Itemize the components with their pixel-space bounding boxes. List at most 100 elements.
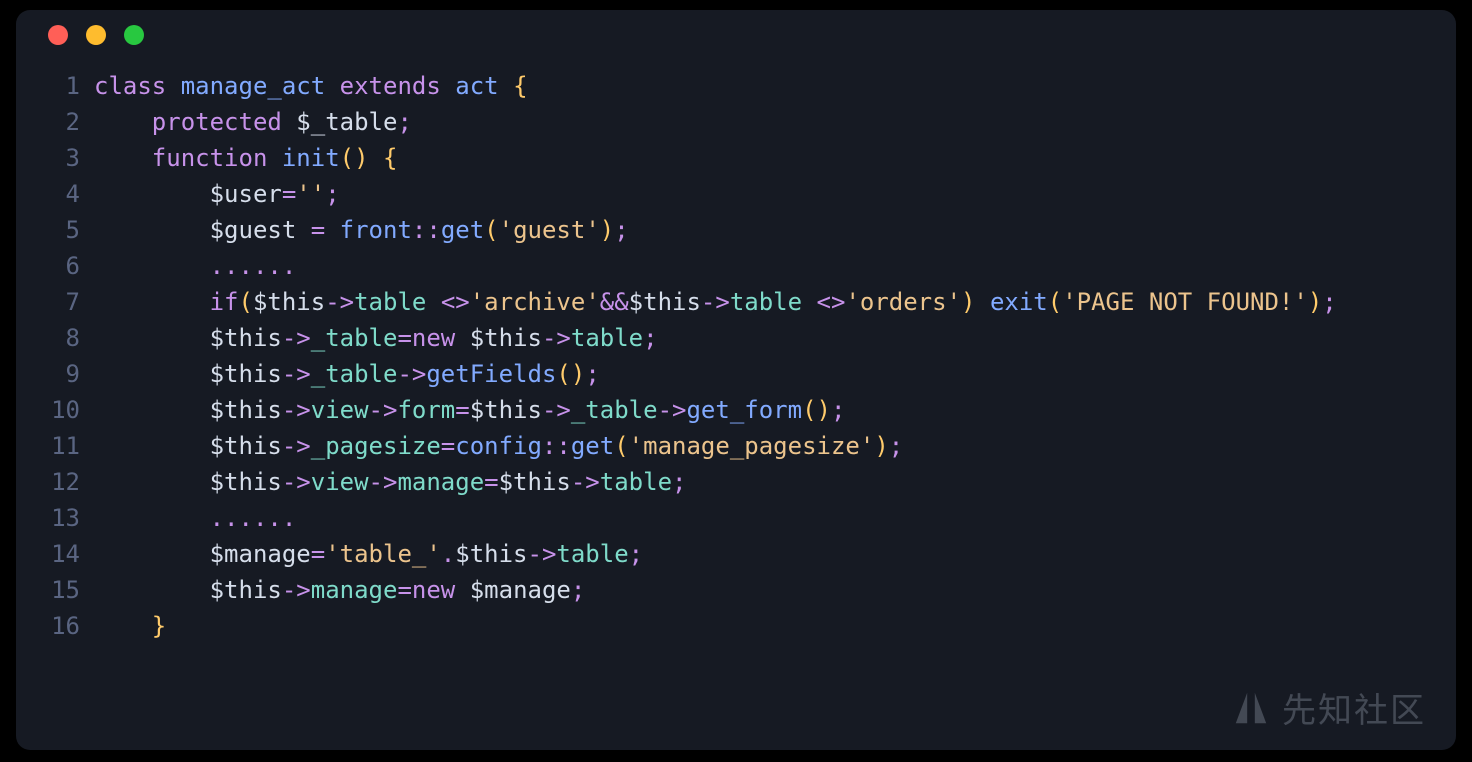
code-content[interactable]: } (94, 608, 1456, 644)
token-var: $this (210, 432, 282, 460)
token-prop: _pagesize (311, 432, 441, 460)
minimize-icon[interactable] (86, 25, 106, 45)
code-line[interactable]: 1class manage_act extends act { (16, 68, 1456, 104)
code-content[interactable]: class manage_act extends act { (94, 68, 1456, 104)
token-var: $this (499, 468, 571, 496)
code-content[interactable]: $guest = front::get('guest'); (94, 212, 1456, 248)
token-op: <> (817, 288, 846, 316)
token-op: = (441, 432, 455, 460)
token-op: = (311, 540, 325, 568)
token-var: $this (210, 576, 282, 604)
token-punct: () (556, 360, 585, 388)
code-line[interactable]: 16 } (16, 608, 1456, 644)
token-prop: _table (311, 324, 398, 352)
close-icon[interactable] (48, 25, 68, 45)
token-str: '' (296, 180, 325, 208)
token-name: act (455, 72, 498, 100)
token-var: $this (210, 360, 282, 388)
line-number: 11 (16, 428, 94, 464)
code-line[interactable]: 15 $this->manage=new $manage; (16, 572, 1456, 608)
token-var: $_table (296, 108, 397, 136)
code-content[interactable]: $manage='table_'.$this->table; (94, 536, 1456, 572)
token-punct: ( (614, 432, 628, 460)
code-line[interactable]: 10 $this->view->form=$this->_table->get_… (16, 392, 1456, 428)
code-line[interactable]: 5 $guest = front::get('guest'); (16, 212, 1456, 248)
code-content[interactable]: $this->_table=new $this->table; (94, 320, 1456, 356)
watermark-text: 先知社区 (1282, 683, 1426, 732)
code-content[interactable]: $this->manage=new $manage; (94, 572, 1456, 608)
code-line[interactable]: 12 $this->view->manage=$this->table; (16, 464, 1456, 500)
token-op: -> (658, 396, 687, 424)
code-content[interactable]: if($this->table <>'archive'&&$this->tabl… (94, 284, 1456, 320)
line-number: 5 (16, 212, 94, 248)
zoom-icon[interactable] (124, 25, 144, 45)
token-punct: ( (484, 216, 498, 244)
token-kw: function (152, 144, 268, 172)
token-prop: table (730, 288, 802, 316)
token-op: :: (542, 432, 571, 460)
token-op: -> (282, 396, 311, 424)
watermark-logo-icon (1232, 689, 1270, 727)
code-line[interactable]: 8 $this->_table=new $this->table; (16, 320, 1456, 356)
token-op: = (282, 180, 296, 208)
token-str: 'table_' (325, 540, 441, 568)
code-line[interactable]: 2 protected $_table; (16, 104, 1456, 140)
token-plain (802, 288, 816, 316)
line-number: 15 (16, 572, 94, 608)
code-line[interactable]: 3 function init() { (16, 140, 1456, 176)
code-content[interactable]: $this->_table->getFields(); (94, 356, 1456, 392)
line-number: 13 (16, 500, 94, 536)
token-plain (267, 144, 281, 172)
token-plain (455, 324, 469, 352)
token-op: . (441, 540, 455, 568)
token-plain (369, 144, 383, 172)
code-content[interactable]: ...... (94, 500, 1456, 536)
token-var: $this (470, 324, 542, 352)
token-name: front (340, 216, 412, 244)
token-punct: ) (961, 288, 975, 316)
token-op: ; (889, 432, 903, 460)
code-line[interactable]: 9 $this->_table->getFields(); (16, 356, 1456, 392)
code-line[interactable]: 6 ...... (16, 248, 1456, 284)
token-op: <> (441, 288, 470, 316)
token-var: $user (210, 180, 282, 208)
token-mname: get (441, 216, 484, 244)
token-op: :: (412, 216, 441, 244)
token-op: -> (542, 396, 571, 424)
token-dots: ...... (210, 252, 297, 280)
code-line[interactable]: 4 $user=''; (16, 176, 1456, 212)
code-line[interactable]: 7 if($this->table <>'archive'&&$this->ta… (16, 284, 1456, 320)
code-area[interactable]: 1class manage_act extends act {2 protect… (16, 60, 1456, 644)
token-plain (441, 72, 455, 100)
code-content[interactable]: $this->view->form=$this->_table->get_for… (94, 392, 1456, 428)
token-op: ; (629, 540, 643, 568)
token-prop: view (311, 396, 369, 424)
token-plain (296, 216, 310, 244)
token-op: -> (542, 324, 571, 352)
token-op: ; (325, 180, 339, 208)
token-name: config (455, 432, 542, 460)
code-content[interactable]: protected $_table; (94, 104, 1456, 140)
token-op: ; (831, 396, 845, 424)
code-content[interactable]: ...... (94, 248, 1456, 284)
token-punct: () (802, 396, 831, 424)
token-op: ; (585, 360, 599, 388)
code-content[interactable]: $this->view->manage=$this->table; (94, 464, 1456, 500)
code-line[interactable]: 14 $manage='table_'.$this->table; (16, 536, 1456, 572)
token-str: 'PAGE NOT FOUND!' (1062, 288, 1308, 316)
token-punct: ( (239, 288, 253, 316)
token-op: ; (1322, 288, 1336, 316)
token-punct: () (340, 144, 369, 172)
token-plain (499, 72, 513, 100)
token-punct: } (152, 612, 166, 640)
code-line[interactable]: 11 $this->_pagesize=config::get('manage_… (16, 428, 1456, 464)
line-number: 3 (16, 140, 94, 176)
code-content[interactable]: function init() { (94, 140, 1456, 176)
token-op: -> (571, 468, 600, 496)
code-content[interactable]: $this->_pagesize=config::get('manage_pag… (94, 428, 1456, 464)
token-op: -> (282, 468, 311, 496)
code-content[interactable]: $user=''; (94, 176, 1456, 212)
code-line[interactable]: 13 ...... (16, 500, 1456, 536)
token-punct: { (383, 144, 397, 172)
token-mname: exit (990, 288, 1048, 316)
